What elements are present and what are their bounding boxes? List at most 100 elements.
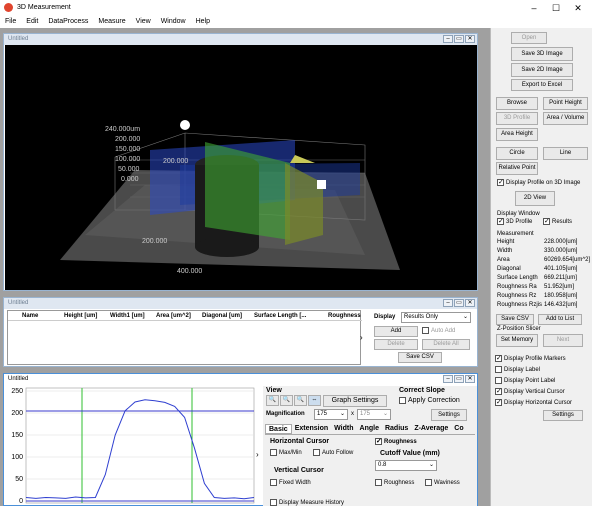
display-measure-history-checkbox[interactable]: Display Measure History [270, 499, 344, 506]
display-profile-3d-checkbox[interactable]: Display Profile on 3D Image [497, 178, 580, 187]
display-option-checkbox[interactable]: Display Horizontal Cursor [495, 398, 572, 407]
display-option-checkbox[interactable]: Display Vertical Cursor [495, 387, 565, 396]
checkbox-box[interactable] [495, 398, 502, 407]
menu-dataprocess[interactable]: DataProcess [43, 16, 93, 28]
close-icon[interactable]: ✕ [465, 35, 475, 43]
results-table[interactable]: Name Height [um] Width1 [um] Area [um^2]… [7, 310, 362, 365]
point-height-button[interactable]: Point Height [543, 97, 588, 110]
browse-button[interactable]: Browse [496, 97, 538, 110]
minimize-icon[interactable]: – [524, 2, 544, 14]
fit-width-icon[interactable]: ⇔ [308, 395, 321, 406]
view3d-window: Untitled – ▭ ✕ 240.000um 200.000 150.000 1… [3, 33, 478, 291]
close-icon[interactable]: ✕ [465, 299, 475, 307]
col-width1[interactable]: Width1 [um] [110, 313, 145, 319]
auto-add-checkbox[interactable]: Auto Add [422, 327, 455, 334]
restore-icon[interactable]: ▭ [454, 35, 464, 43]
save-3d-image-button[interactable]: Save 3D Image [511, 47, 573, 61]
restore-icon[interactable]: ▭ [454, 299, 464, 307]
col-area[interactable]: Area [um^2] [156, 313, 191, 319]
line-button[interactable]: Line [543, 147, 588, 160]
area-height-button[interactable]: Area Height [496, 128, 538, 141]
chevron-down-icon: ⌄ [428, 462, 434, 468]
roughness-checkbox[interactable]: Roughness [375, 437, 417, 446]
zoom-out-icon[interactable]: 🔍 [280, 395, 293, 406]
save-2d-image-button[interactable]: Save 2D Image [511, 63, 573, 77]
checkbox-box[interactable] [495, 387, 502, 396]
col-height[interactable]: Height [um] [64, 313, 97, 319]
menu-help[interactable]: Help [191, 16, 215, 28]
tab-angle[interactable]: Angle [357, 424, 382, 434]
waviness-checkbox[interactable]: Waviness [425, 479, 460, 486]
display-option-checkbox[interactable]: Display Point Label [495, 377, 555, 384]
tab-basic[interactable]: Basic [265, 424, 292, 434]
measurement-row: Roughness Rz 180.958[um] [497, 293, 589, 302]
results-window: Untitled – ▭ ✕ Name Height [um] Width1 [um… [3, 297, 478, 367]
cutoff-select[interactable]: 0.8 ⌄ [375, 460, 437, 471]
open-button[interactable]: Open [511, 32, 547, 44]
tab-width[interactable]: Width [331, 424, 356, 434]
menu-file[interactable]: File [0, 16, 21, 28]
restore-icon[interactable]: ▭ [454, 375, 464, 383]
y-tick-label: 200 [11, 410, 23, 417]
close-icon[interactable]: ✕ [465, 375, 475, 383]
tab-co[interactable]: Co [451, 424, 466, 434]
minimize-icon[interactable]: – [443, 299, 453, 307]
col-roughness[interactable]: Roughness [328, 313, 361, 319]
display-option-checkbox[interactable]: Display Profile Markers [495, 354, 566, 363]
max-min-checkbox[interactable]: Max/Min [270, 449, 302, 456]
display-select[interactable]: Results Only ⌄ [401, 312, 471, 323]
measurement-key: Surface Length [497, 275, 538, 281]
roughness2-checkbox[interactable]: Roughness [375, 479, 414, 486]
col-surface-length[interactable]: Surface Length [... [254, 313, 306, 319]
menu-view[interactable]: View [131, 16, 156, 28]
menu-edit[interactable]: Edit [21, 16, 43, 28]
side-settings-button[interactable]: Settings [543, 410, 583, 421]
relative-point-button[interactable]: Relative Point [496, 162, 538, 175]
next-button[interactable]: Next [543, 334, 583, 347]
save-csv-button[interactable]: Save CSV [398, 352, 442, 363]
add-button[interactable]: Add [374, 326, 418, 337]
minimize-icon[interactable]: – [443, 375, 453, 383]
set-memory-button[interactable]: Set Memory [496, 334, 538, 347]
apply-correction-checkbox[interactable]: Apply Correction [399, 397, 460, 404]
minimize-icon[interactable]: – [443, 35, 453, 43]
tab-extension[interactable]: Extension [292, 424, 331, 434]
add-to-list-button[interactable]: Add to List [538, 314, 582, 325]
menu-window[interactable]: Window [156, 16, 191, 28]
delete-all-button[interactable]: Delete All [422, 339, 470, 350]
fixed-width-checkbox[interactable]: Fixed Width [270, 479, 311, 486]
dw-results-checkbox[interactable]: Results [543, 217, 572, 226]
col-name[interactable]: Name [22, 313, 38, 319]
side-save-csv-button[interactable]: Save CSV [496, 314, 534, 325]
checkbox-box[interactable] [495, 354, 502, 363]
close-icon[interactable]: ✕ [568, 2, 588, 14]
settings-button[interactable]: Settings [431, 409, 467, 421]
dw-3d-profile-checkbox[interactable]: 3D Profile [497, 217, 532, 226]
profile-chart[interactable]: 250 200 150 100 50 0 [4, 386, 256, 506]
zoom-fit-icon[interactable]: 🔍 [294, 395, 307, 406]
chevron-right-icon[interactable]: › [256, 450, 259, 459]
area-volume-button[interactable]: Area / Volume [543, 112, 588, 125]
chevron-right-icon[interactable]: › [360, 333, 363, 342]
col-diagonal[interactable]: Diagonal [um] [202, 313, 242, 319]
tab-z-average[interactable]: Z-Average [411, 424, 451, 434]
checkbox-box[interactable] [495, 377, 502, 384]
export-excel-button[interactable]: Export to Excel [511, 79, 573, 91]
display-option-checkbox[interactable]: Display Label [495, 366, 540, 373]
2d-view-button[interactable]: 2D View [515, 191, 555, 206]
view3d-canvas[interactable]: 240.000um 200.000 150.000 100.000 50.000… [5, 45, 477, 290]
auto-follow-checkbox[interactable]: Auto Follow [313, 449, 353, 456]
delete-button[interactable]: Delete [374, 339, 418, 350]
mag-y-select[interactable]: 175 ⌄ [357, 409, 391, 420]
maximize-icon[interactable]: ☐ [546, 2, 566, 14]
display-option-label: Display Point Label [504, 377, 556, 384]
tab-radius[interactable]: Radius [382, 424, 411, 434]
graph-settings-button[interactable]: Graph Settings [323, 395, 387, 407]
menu-measure[interactable]: Measure [93, 16, 130, 28]
mag-x-select[interactable]: 175 ⌄ [314, 409, 348, 420]
zoom-in-icon[interactable]: 🔍 [266, 395, 279, 406]
y-tick-label: 50 [15, 476, 23, 483]
circle-button[interactable]: Circle [496, 147, 538, 160]
checkbox-box[interactable] [495, 366, 502, 373]
3d-profile-button[interactable]: 3D Profile [496, 112, 538, 125]
